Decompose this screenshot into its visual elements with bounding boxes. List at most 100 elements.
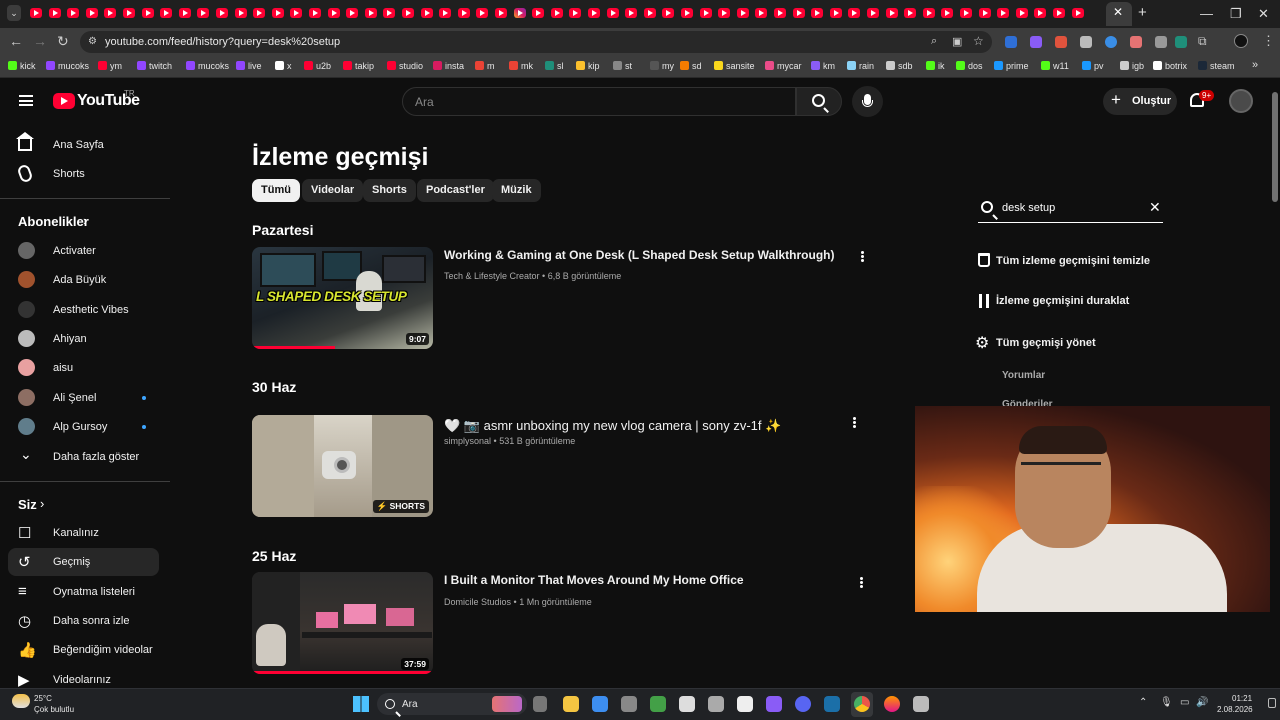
extension-icon[interactable] — [1130, 36, 1142, 48]
tray-chevron-icon[interactable]: ⌃ — [1139, 697, 1147, 708]
youtube-tab-icon[interactable] — [644, 8, 656, 18]
bookmark-item[interactable]: takip — [343, 61, 374, 71]
youtube-tab-icon[interactable] — [904, 8, 916, 18]
site-info-icon[interactable]: ⚙ — [88, 36, 97, 47]
bookmark-item[interactable]: dos — [956, 61, 983, 71]
channel-name[interactable]: simplysonal — [444, 436, 491, 446]
sidebar-channel-item[interactable]: aisu — [8, 354, 159, 382]
youtube-tab-icon[interactable] — [216, 8, 228, 18]
bookmark-item[interactable]: m — [475, 61, 495, 71]
bookmark-item[interactable]: mycar — [765, 61, 802, 71]
chevron-right-icon[interactable]: › — [40, 496, 44, 511]
tab-list-chevron-icon[interactable]: ⌄ — [7, 5, 21, 21]
back-icon[interactable]: ← — [9, 33, 23, 49]
video-thumbnail[interactable]: L SHAPED DESK SETUP 9:07 — [252, 247, 433, 349]
filter-chip[interactable]: Müzik — [492, 179, 541, 202]
bookmark-item[interactable]: steam — [1198, 61, 1235, 71]
bookmark-item[interactable]: kick — [8, 61, 36, 71]
reload-icon[interactable]: ↻ — [57, 33, 69, 50]
channel-name[interactable]: Domicile Studios — [444, 597, 511, 607]
sidebar-channel-item[interactable]: Ahiyan — [8, 325, 159, 353]
filter-chip[interactable]: Podcast'ler — [417, 179, 494, 202]
bookmark-item[interactable]: prime — [994, 61, 1029, 71]
youtube-tab-icon[interactable] — [104, 8, 116, 18]
app-icon[interactable] — [913, 696, 929, 712]
bookmark-item[interactable]: w11 — [1041, 61, 1069, 71]
bookmark-item[interactable]: rain — [847, 61, 874, 71]
maximize-icon[interactable]: ❐ — [1230, 6, 1242, 22]
bookmark-item[interactable]: twitch — [137, 61, 172, 71]
youtube-tab-icon[interactable] — [718, 8, 730, 18]
video-title[interactable]: I Built a Monitor That Moves Around My H… — [444, 573, 744, 587]
bookmark-item[interactable]: mucoks — [186, 61, 229, 71]
sidebar-item-playlist[interactable]: ≡ Oynatma listeleri — [8, 578, 159, 606]
youtube-tab-icon[interactable] — [886, 8, 898, 18]
instagram-tab-icon[interactable] — [514, 8, 526, 18]
scrollbar-thumb[interactable] — [1272, 92, 1278, 202]
sidebar-item-shorts[interactable]: Shorts — [8, 160, 159, 188]
youtube-tab-icon[interactable] — [1016, 8, 1028, 18]
youtube-tab-icon[interactable] — [290, 8, 302, 18]
youtube-tab-icon[interactable] — [569, 8, 581, 18]
cat-widget-icon[interactable] — [492, 696, 522, 712]
filter-chip[interactable]: Tümü — [252, 179, 300, 202]
youtube-tab-icon[interactable] — [830, 8, 842, 18]
chatgpt-icon[interactable] — [679, 696, 695, 712]
bookmark-item[interactable]: kip — [576, 61, 600, 71]
bookmark-item[interactable]: botrix — [1153, 61, 1187, 71]
sidebar-item-like[interactable]: 👍 Beğendiğim videolar — [8, 636, 159, 664]
sidebar-channel-item[interactable]: Aesthetic Vibes — [8, 296, 159, 324]
bookmark-item[interactable]: sdb — [886, 61, 913, 71]
youtube-tab-icon[interactable] — [458, 8, 470, 18]
video-title[interactable]: Working & Gaming at One Desk (L Shaped D… — [444, 248, 835, 262]
youtube-tab-icon[interactable] — [123, 8, 135, 18]
youtube-tab-icon[interactable] — [365, 8, 377, 18]
youtube-tab-icon[interactable] — [1053, 8, 1065, 18]
account-avatar[interactable] — [1229, 89, 1253, 113]
sidebar-item-home[interactable]: Ana Sayfa — [8, 131, 159, 159]
forward-icon[interactable]: → — [33, 33, 47, 49]
bookmark-item[interactable]: sl — [545, 61, 564, 71]
file-explorer-icon[interactable] — [563, 696, 579, 712]
chevron-right-icon[interactable]: › — [83, 213, 87, 228]
weather-icon[interactable] — [12, 694, 30, 708]
clock-date[interactable]: 2.08.2026 — [1217, 705, 1253, 714]
bookmark-item[interactable]: ym — [98, 61, 122, 71]
sidebar-item-clock[interactable]: ◷ Daha sonra izle — [8, 607, 159, 635]
bookmark-item[interactable]: km — [811, 61, 835, 71]
bookmark-star-icon[interactable]: ☆ — [973, 34, 984, 48]
youtube-tab-icon[interactable] — [848, 8, 860, 18]
youtube-tab-icon[interactable] — [253, 8, 265, 18]
youtube-tab-icon[interactable] — [997, 8, 1009, 18]
close-window-icon[interactable]: ✕ — [1258, 6, 1269, 22]
youtube-tab-icon[interactable] — [1034, 8, 1046, 18]
video-title[interactable]: 🤍 📷 asmr unboxing my new vlog camera | s… — [444, 418, 781, 434]
url-text[interactable]: youtube.com/feed/history?query=desk%20se… — [105, 36, 340, 48]
bookmark-item[interactable]: mucoks — [46, 61, 89, 71]
extension-icon[interactable] — [1005, 36, 1017, 48]
youtube-tab-icon[interactable] — [421, 8, 433, 18]
bookmark-item[interactable]: igb — [1120, 61, 1144, 71]
youtube-tab-icon[interactable] — [700, 8, 712, 18]
youtube-tab-icon[interactable] — [495, 8, 507, 18]
bookmark-item[interactable]: insta — [433, 61, 464, 71]
clear-all-history-button[interactable]: Tüm izleme geçmişini temizle — [996, 255, 1150, 267]
obs-icon[interactable] — [766, 696, 782, 712]
bookmark-item[interactable]: sd — [680, 61, 702, 71]
app-icon[interactable] — [737, 696, 753, 712]
clear-search-icon[interactable]: ✕ — [1149, 199, 1161, 216]
youtube-tab-icon[interactable] — [681, 8, 693, 18]
more-bookmarks-icon[interactable]: » — [1252, 59, 1258, 71]
youtube-tab-icon[interactable] — [737, 8, 749, 18]
discord-icon[interactable] — [795, 696, 811, 712]
youtube-tab-icon[interactable] — [383, 8, 395, 18]
close-tab-icon[interactable]: ✕ — [1113, 5, 1123, 19]
sidebar-channel-item[interactable]: Ada Büyük — [8, 266, 159, 294]
youtube-tab-icon[interactable] — [476, 8, 488, 18]
sidebar-channel-item[interactable]: Activater — [8, 237, 159, 265]
youtube-tab-icon[interactable] — [662, 8, 674, 18]
more-actions-icon[interactable] — [853, 421, 856, 424]
active-tab[interactable]: ✕ — [1106, 2, 1132, 26]
youtube-tab-icon[interactable] — [197, 8, 209, 18]
youtube-tab-icon[interactable] — [551, 8, 563, 18]
